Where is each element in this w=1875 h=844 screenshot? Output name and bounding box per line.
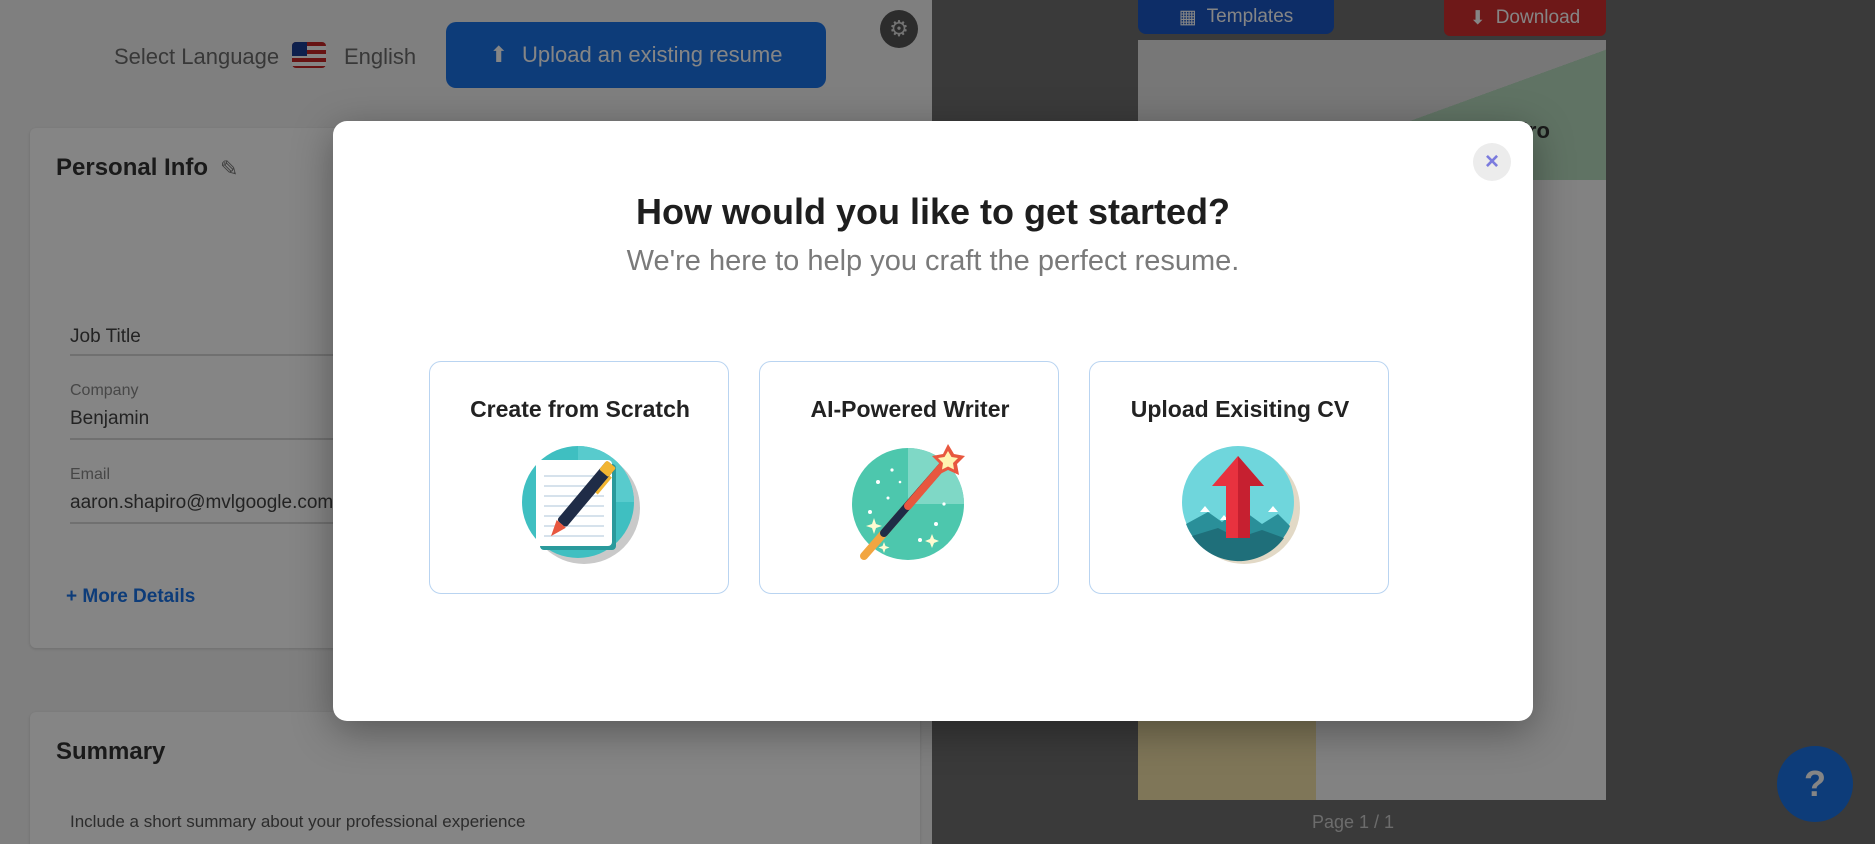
pen-notebook-icon — [522, 446, 640, 564]
close-icon[interactable]: × — [1473, 143, 1511, 181]
create-from-scratch-option[interactable]: Create from Scratch — [429, 361, 729, 594]
get-started-modal: × How would you like to get started? We'… — [333, 121, 1533, 721]
option-label: Create from Scratch — [470, 396, 690, 422]
modal-title: How would you like to get started? — [635, 191, 1231, 232]
upload-existing-cv-option[interactable]: Upload Exisiting CV — [1089, 361, 1389, 594]
ai-powered-writer-option[interactable]: AI-Powered Writer — [759, 361, 1059, 594]
magic-wand-icon — [852, 444, 965, 560]
modal-subtitle: We're here to help you craft the perfect… — [626, 245, 1240, 277]
upload-arrow-icon — [1182, 446, 1300, 564]
option-label: Upload Exisiting CV — [1130, 396, 1350, 422]
option-label: AI-Powered Writer — [810, 396, 1010, 422]
